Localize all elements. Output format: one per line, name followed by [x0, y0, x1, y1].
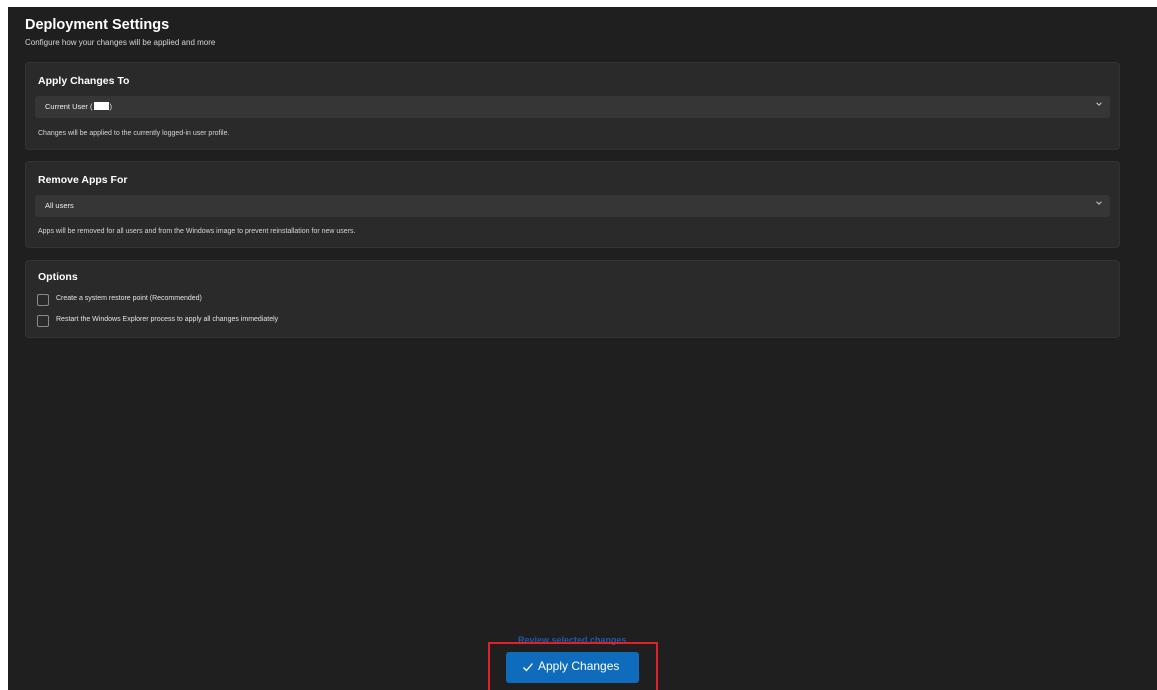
restart-explorer-label: Restart the Windows Explorer process to … [56, 316, 279, 323]
deployment-settings-window: Deployment Settings Configure how your c… [8, 7, 1157, 690]
apply-changes-button[interactable]: Apply Changes [506, 652, 639, 683]
restore-point-label: Create a system restore point (Recommend… [56, 295, 202, 302]
check-icon [523, 663, 533, 672]
page-title: Deployment Settings [25, 17, 170, 33]
remove-apps-for-card: Remove Apps For All users Apps will be r… [25, 161, 1120, 248]
page-subtitle: Configure how your changes will be appli… [25, 38, 216, 47]
options-card: Options Create a system restore point (R… [25, 260, 1120, 338]
apply-changes-to-select-value: Current User () [45, 102, 113, 111]
review-selected-changes-link[interactable]: Review selected changes [518, 635, 627, 645]
apply-changes-to-select[interactable]: Current User () [35, 96, 1110, 118]
remove-apps-for-select[interactable]: All users [35, 195, 1110, 217]
remove-apps-for-title: Remove Apps For [38, 174, 128, 186]
restart-explorer-checkbox[interactable] [37, 315, 49, 327]
chevron-down-icon [1096, 102, 1102, 106]
options-title: Options [38, 271, 78, 283]
remove-apps-for-description: Apps will be removed for all users and f… [38, 228, 356, 235]
apply-changes-to-card: Apply Changes To Current User () Changes… [25, 62, 1120, 150]
apply-changes-to-title: Apply Changes To [38, 75, 130, 87]
redacted-username [93, 102, 109, 110]
chevron-down-icon [1096, 201, 1102, 205]
apply-changes-to-description: Changes will be applied to the currently… [38, 130, 230, 137]
restore-point-checkbox[interactable] [37, 294, 49, 306]
remove-apps-for-select-value: All users [45, 201, 74, 210]
apply-changes-label: Apply Changes [538, 659, 620, 673]
